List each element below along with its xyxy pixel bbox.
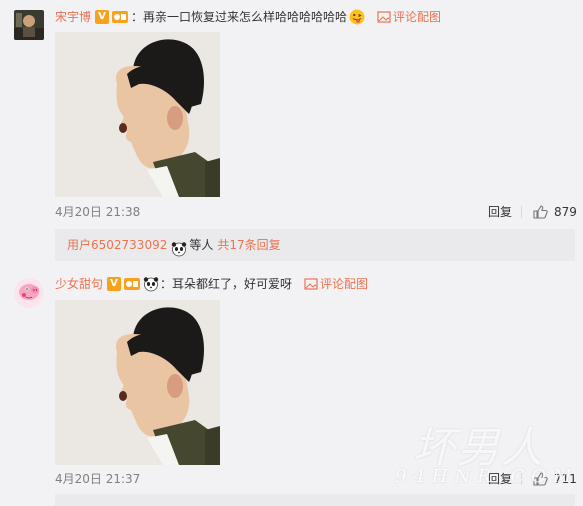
verified-badge: V	[107, 277, 122, 291]
site-watermark: 坏男人 94HNR.COM	[395, 420, 580, 500]
more-replies-link[interactable]: 共17条回复	[217, 229, 280, 261]
action-divider	[521, 473, 522, 485]
thumbs-up-icon	[533, 205, 548, 219]
comment-photo[interactable]	[55, 300, 220, 465]
peppa-pig-avatar-icon	[14, 278, 44, 308]
sub-reply-box[interactable]: 用户6502733092 等人 共17条回复	[55, 229, 575, 261]
comment-time: 4月20日 21:38	[55, 205, 141, 219]
reply-button[interactable]: 回复	[488, 471, 512, 487]
comment-line: 少女甜句 V ： 耳朵都红了，好可爱呀 评论配图	[55, 274, 368, 294]
fan-level-icon	[112, 10, 129, 24]
comment-image-link[interactable]: 评论配图	[320, 274, 368, 294]
like-count: 711	[554, 472, 577, 486]
thumbs-up-icon	[533, 472, 548, 486]
comment-photo[interactable]	[55, 32, 220, 197]
panda-emoji-icon	[171, 237, 187, 257]
user-avatar-icon	[14, 10, 44, 40]
colon-separator: ：	[160, 277, 173, 291]
like-count: 879	[554, 205, 577, 219]
fan-level-icon	[124, 277, 141, 291]
profile-photo-icon	[55, 32, 220, 197]
like-button[interactable]: 879	[533, 204, 577, 220]
user-avatar[interactable]	[14, 10, 44, 40]
comment-time: 4月20日 21:37	[55, 472, 141, 486]
comment-image-icon	[304, 277, 318, 291]
verified-badge: V	[95, 10, 110, 24]
like-button[interactable]: 711	[533, 471, 577, 487]
grinning-tongue-emoji-icon	[349, 9, 365, 25]
colon-separator: ：	[131, 10, 144, 24]
comment-image-link[interactable]: 评论配图	[393, 7, 441, 27]
sub-reply-username[interactable]: 用户6502733092	[67, 229, 167, 261]
username-link[interactable]: 少女甜句	[55, 274, 103, 294]
watermark-title: 坏男人	[413, 423, 546, 472]
comment-line: 宋宇博 V ： 再亲一口恢复过来怎么样哈哈哈哈哈哈 评论配图	[55, 7, 441, 27]
action-divider	[521, 206, 522, 218]
username-link[interactable]: 宋宇博	[55, 7, 91, 27]
comment-text: 再亲一口恢复过来怎么样哈哈哈哈哈哈	[143, 10, 348, 24]
panda-emoji-icon	[143, 276, 159, 292]
sub-reply-text: 等人	[189, 238, 214, 252]
user-avatar[interactable]	[14, 278, 44, 308]
profile-photo-icon	[55, 300, 220, 465]
reply-button[interactable]: 回复	[488, 204, 512, 220]
sub-reply-box-partial	[55, 494, 575, 506]
comment-text: 耳朵都红了，好可爱呀	[172, 277, 293, 291]
comment-image-icon	[377, 10, 391, 24]
